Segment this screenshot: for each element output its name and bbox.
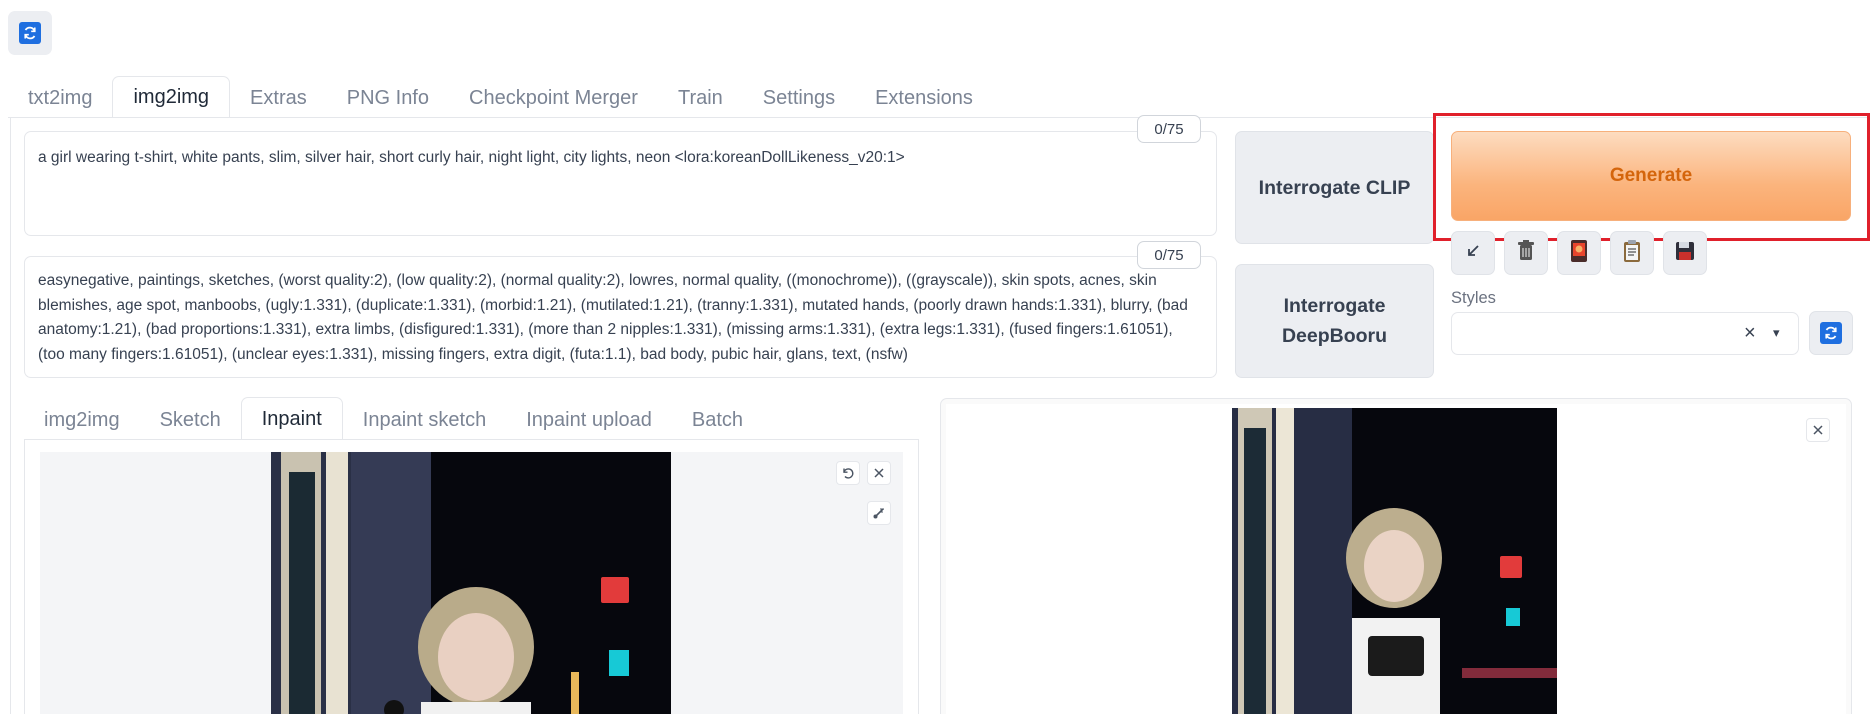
apply-style-button[interactable] bbox=[1610, 231, 1654, 275]
styles-label: Styles bbox=[1451, 289, 1496, 307]
negative-prompt-textarea[interactable]: easynegative, paintings, sketches, (wors… bbox=[24, 256, 1217, 378]
interrogate-clip-label: Interrogate CLIP bbox=[1258, 176, 1411, 199]
read-params-button[interactable] bbox=[1451, 231, 1495, 275]
undo-icon[interactable] bbox=[836, 461, 860, 485]
save-icon bbox=[1674, 240, 1696, 267]
tab-txt2img[interactable]: txt2img bbox=[8, 78, 112, 118]
img2img-mode-tabs: img2img Sketch Inpaint Inpaint sketch In… bbox=[24, 397, 763, 441]
tab-png-info[interactable]: PNG Info bbox=[327, 78, 449, 118]
tab-inpaint-sketch[interactable]: Inpaint sketch bbox=[343, 399, 506, 441]
negative-prompt-token-counter: 0/75 bbox=[1137, 241, 1201, 269]
generate-label: Generate bbox=[1609, 165, 1693, 186]
prompt-token-counter: 0/75 bbox=[1137, 115, 1201, 143]
generate-button[interactable]: Generate bbox=[1451, 131, 1851, 221]
styles-clear-icon[interactable]: × bbox=[1744, 322, 1756, 345]
card-icon bbox=[1569, 239, 1589, 268]
clear-canvas-icon[interactable] bbox=[867, 461, 891, 485]
tab-settings[interactable]: Settings bbox=[743, 78, 855, 118]
tab-inpaint-upload[interactable]: Inpaint upload bbox=[506, 399, 672, 441]
tab-extras[interactable]: Extras bbox=[230, 78, 327, 118]
interrogate-deepbooru-label-1: Interrogate bbox=[1283, 295, 1386, 317]
trash-icon bbox=[1515, 239, 1537, 268]
tab-inpaint[interactable]: Inpaint bbox=[240, 397, 343, 441]
tab-train[interactable]: Train bbox=[658, 78, 743, 118]
refresh-icon bbox=[19, 22, 41, 44]
interrogate-deepbooru-label-2: DeepBooru bbox=[1281, 325, 1388, 347]
chevron-down-icon[interactable]: ▾ bbox=[1773, 325, 1780, 341]
close-gallery-icon[interactable] bbox=[1806, 418, 1830, 442]
tab-checkpoint-merger[interactable]: Checkpoint Merger bbox=[449, 78, 658, 118]
styles-refresh-button[interactable] bbox=[1809, 311, 1853, 355]
tab-img2img-mode[interactable]: img2img bbox=[24, 399, 140, 441]
arrow-icon bbox=[1463, 241, 1483, 266]
interrogate-deepbooru-button[interactable]: Interrogate DeepBooru bbox=[1235, 264, 1434, 378]
tab-sketch[interactable]: Sketch bbox=[140, 399, 241, 441]
refresh-icon bbox=[1820, 322, 1842, 344]
inpaint-image[interactable] bbox=[271, 452, 671, 714]
save-style-button[interactable] bbox=[1663, 231, 1707, 275]
tab-batch[interactable]: Batch bbox=[672, 399, 763, 441]
brush-icon[interactable] bbox=[867, 501, 891, 525]
clipboard-icon bbox=[1622, 239, 1642, 268]
tab-extensions[interactable]: Extensions bbox=[855, 78, 993, 118]
tab-img2img[interactable]: img2img bbox=[112, 76, 231, 118]
clear-prompt-button[interactable] bbox=[1504, 231, 1548, 275]
output-image[interactable] bbox=[1232, 408, 1557, 714]
extra-networks-button[interactable] bbox=[1557, 231, 1601, 275]
interrogate-clip-button[interactable]: Interrogate CLIP bbox=[1235, 131, 1434, 244]
prompt-textarea[interactable]: a girl wearing t-shirt, white pants, sli… bbox=[24, 131, 1217, 236]
main-tab-bar: txt2img img2img Extras PNG Info Checkpoi… bbox=[8, 76, 993, 118]
refresh-ui-button[interactable] bbox=[8, 11, 52, 55]
